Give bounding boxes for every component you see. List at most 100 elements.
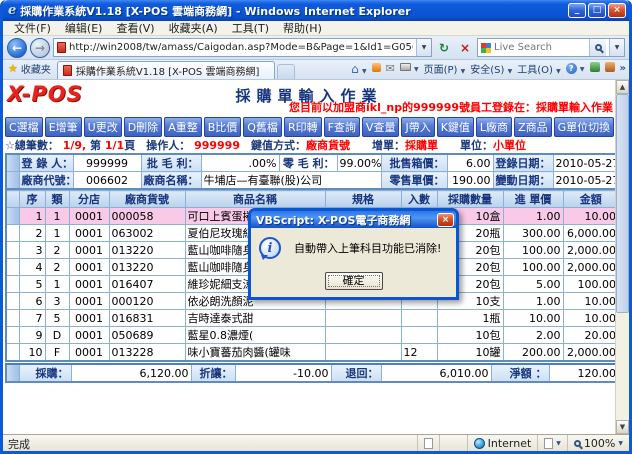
minimize-button[interactable]: _ bbox=[568, 3, 586, 18]
page-icon-panel bbox=[417, 435, 439, 451]
vendor-name-field[interactable]: 牛埔店—有臺聯(股)公司 bbox=[201, 172, 381, 190]
address-bar[interactable]: http://win2008/tw/amass/Caigodan.asp?Mod… bbox=[53, 38, 432, 57]
print-button[interactable]: ▼ bbox=[400, 63, 419, 74]
product-row[interactable]: 10F0001013228味小寶蕃茄肉醬(罐味1210罐200.002,000.… bbox=[6, 344, 619, 362]
row-selector[interactable] bbox=[6, 293, 19, 310]
fn-button-3[interactable]: D刪除 bbox=[124, 117, 162, 137]
fn-button-12[interactable]: L廠商 bbox=[476, 117, 512, 137]
cell-cat: 1 bbox=[45, 225, 69, 242]
row-selector[interactable] bbox=[6, 242, 19, 259]
row-selector[interactable] bbox=[6, 172, 19, 190]
row-selector[interactable] bbox=[6, 327, 19, 344]
fn-button-7[interactable]: R印轉 bbox=[284, 117, 322, 137]
menu-file[interactable]: 文件(F) bbox=[7, 20, 58, 36]
extra-tool-button-1[interactable] bbox=[590, 62, 600, 75]
scroll-down-button[interactable]: ▼ bbox=[616, 420, 629, 434]
fn-button-1[interactable]: E增筆 bbox=[45, 117, 82, 137]
search-box[interactable]: ▼ bbox=[477, 38, 625, 57]
row-selector[interactable] bbox=[6, 364, 19, 382]
cell-seq: 1 bbox=[19, 208, 45, 225]
fn-button-14[interactable]: G單位切換 bbox=[554, 117, 615, 137]
row-selector[interactable] bbox=[6, 310, 19, 327]
product-row[interactable]: 9D0001050689藍星0.8濃煙(10包2.0020.00 bbox=[6, 327, 619, 344]
zoom-panel[interactable]: 100% ▼ bbox=[567, 435, 629, 451]
row-selector[interactable] bbox=[6, 276, 19, 293]
search-button[interactable] bbox=[589, 39, 606, 56]
change-date-field[interactable]: 2010-05-27 bbox=[553, 172, 619, 190]
fn-button-6[interactable]: Q舊檔 bbox=[243, 117, 282, 137]
cell-code: 013220 bbox=[109, 259, 185, 276]
menu-help[interactable]: 帮助(H) bbox=[276, 20, 329, 36]
fn-button-4[interactable]: A重整 bbox=[164, 117, 202, 137]
address-dropdown-button[interactable]: ▼ bbox=[416, 39, 431, 56]
fn-button-13[interactable]: Z商品 bbox=[514, 117, 552, 137]
case-price-field[interactable]: 6.00 bbox=[447, 154, 493, 172]
product-row[interactable]: 750001016831吉時達泰式甜1瓶10.0010.00 bbox=[6, 310, 619, 327]
fn-button-5[interactable]: B比價 bbox=[204, 117, 242, 137]
return-label: 退回： bbox=[331, 364, 381, 382]
toolbar-overflow-button[interactable]: » bbox=[620, 63, 626, 74]
net-value: 120.00 bbox=[549, 364, 619, 382]
entry-date-field[interactable]: 2010-05-27 bbox=[553, 154, 619, 172]
fn-button-9[interactable]: V查量 bbox=[362, 117, 400, 137]
cell-price: 100.00 bbox=[503, 242, 563, 259]
cell-amount: 10.00 bbox=[563, 293, 619, 310]
cell-amount: 100.00 bbox=[563, 276, 619, 293]
vendor-code-field[interactable]: 006602 bbox=[73, 172, 141, 190]
cell-store: 0001 bbox=[69, 276, 109, 293]
stats-part: 廠商貨號 bbox=[306, 139, 350, 152]
fn-button-10[interactable]: J帶入 bbox=[401, 117, 434, 137]
ok-button[interactable]: 確定 bbox=[325, 272, 383, 290]
search-input[interactable] bbox=[494, 42, 586, 53]
address-url[interactable]: http://win2008/tw/amass/Caigodan.asp?Mod… bbox=[69, 42, 413, 53]
maximize-button[interactable]: □ bbox=[588, 3, 606, 18]
menu-view[interactable]: 查看(V) bbox=[109, 20, 161, 36]
row-selector[interactable] bbox=[6, 344, 19, 362]
rss-icon bbox=[372, 63, 381, 72]
extra-tool-button-2[interactable] bbox=[605, 62, 615, 75]
wholesale-margin-field[interactable]: .00% bbox=[201, 154, 279, 172]
forward-button[interactable]: → bbox=[30, 38, 50, 58]
fn-button-0[interactable]: C選檔 bbox=[5, 117, 43, 137]
active-tab[interactable]: 採購作業系統V1.18 [X-POS 雲端商務網] bbox=[57, 61, 275, 79]
home-button[interactable]: ⌂ ▼ bbox=[351, 62, 366, 76]
read-mail-button[interactable]: ✉ bbox=[386, 62, 395, 75]
row-selector[interactable] bbox=[6, 154, 19, 172]
operator-field[interactable]: 999999 bbox=[73, 154, 141, 172]
menu-edit[interactable]: 编辑(E) bbox=[58, 20, 110, 36]
fn-button-8[interactable]: F查詢 bbox=[324, 117, 360, 137]
safety-menu-button[interactable]: 安全(S) ▼ bbox=[470, 61, 512, 76]
back-button[interactable]: ← bbox=[7, 38, 27, 58]
dialog-close-button[interactable]: × bbox=[437, 213, 454, 227]
stop-button[interactable]: × bbox=[456, 38, 474, 58]
row-selector[interactable] bbox=[6, 259, 19, 276]
refresh-button[interactable]: ↻ bbox=[435, 38, 453, 58]
fn-button-11[interactable]: K鍵值 bbox=[437, 117, 474, 137]
search-dropdown-button[interactable]: ▼ bbox=[609, 39, 624, 56]
help-button[interactable]: ? ▼ bbox=[566, 63, 585, 74]
scroll-up-button[interactable]: ▲ bbox=[616, 80, 629, 94]
tools-menu-button[interactable]: 工具(O) ▼ bbox=[517, 61, 561, 76]
net-label: 淨額 ： bbox=[491, 364, 549, 382]
retail-price-field[interactable]: 190.00 bbox=[447, 172, 493, 190]
row-selector[interactable] bbox=[6, 225, 19, 242]
col-header: 進 單價 bbox=[503, 191, 563, 208]
menu-favorites[interactable]: 收藏夹(A) bbox=[162, 20, 225, 36]
menu-tools[interactable]: 工具(T) bbox=[225, 20, 276, 36]
vertical-scrollbar[interactable]: ▲ ▼ bbox=[615, 80, 629, 434]
favorites-button[interactable]: ★ 收藏夹 bbox=[6, 61, 57, 79]
retail-margin-field[interactable]: 99.00% bbox=[337, 154, 381, 172]
fn-button-2[interactable]: U更改 bbox=[84, 117, 122, 137]
close-button[interactable]: × bbox=[608, 3, 626, 18]
dialog-title-bar[interactable]: VBScript: X-POS電子商務網 × bbox=[251, 211, 456, 228]
render-mode-panel[interactable]: ▼ bbox=[537, 435, 567, 451]
page-menu-button[interactable]: 页面(P) ▼ bbox=[424, 61, 466, 76]
tool-icon bbox=[590, 62, 600, 72]
new-tab-button[interactable] bbox=[277, 64, 295, 79]
row-selector[interactable] bbox=[6, 208, 19, 225]
cell-code: 013220 bbox=[109, 242, 185, 259]
title-bar[interactable]: e 採購作業系統V1.18 [X-POS 雲端商務網] - Windows In… bbox=[3, 0, 629, 21]
cell-cat: 2 bbox=[45, 242, 69, 259]
scroll-thumb[interactable] bbox=[616, 94, 629, 313]
feeds-button[interactable] bbox=[372, 63, 381, 75]
